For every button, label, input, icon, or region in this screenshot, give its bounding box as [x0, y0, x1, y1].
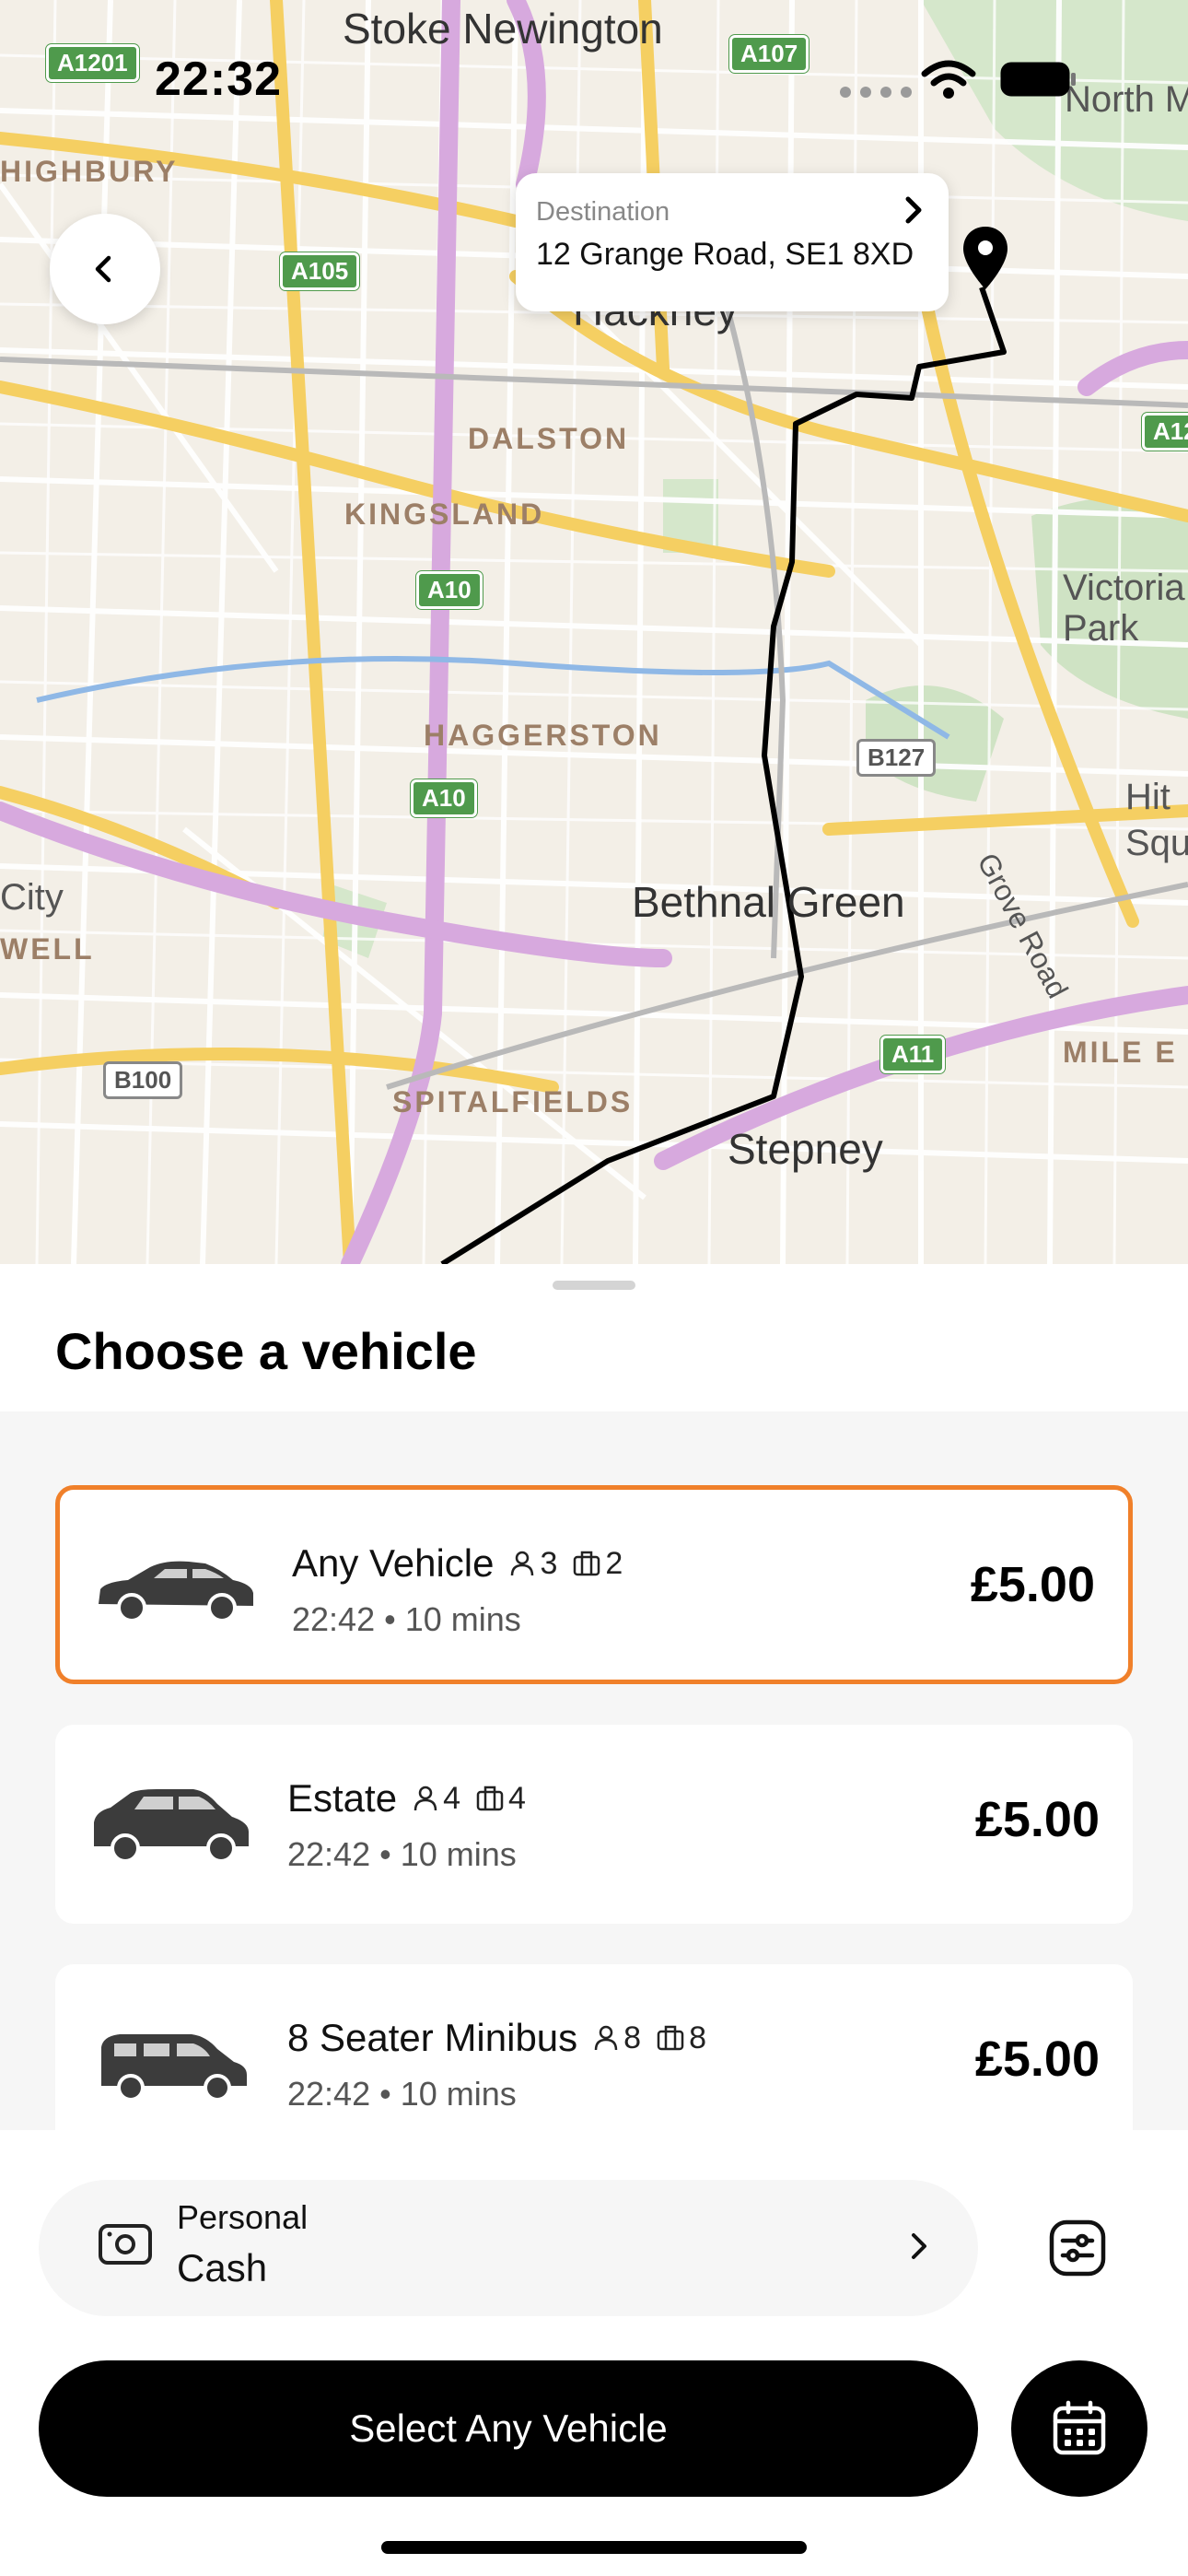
battery-icon [1000, 62, 1076, 97]
vehicle-option-estate[interactable]: Estate 4 4 22:42 • 10 mins £5.00 [55, 1725, 1133, 1924]
map-area-label: WELL [0, 932, 95, 966]
passenger-count: 4 [443, 1780, 460, 1816]
map-area-label: SPITALFIELDS [392, 1085, 634, 1118]
chevron-right-icon [912, 2233, 926, 2259]
payment-selector[interactable]: Personal Cash [39, 2180, 978, 2316]
back-icon [95, 255, 111, 283]
luggage-count: 8 [689, 2020, 707, 2055]
sheet-grabber[interactable] [553, 1281, 635, 1290]
payment-method: Cash [177, 2246, 268, 2289]
vehicle-name: Estate [287, 1776, 398, 1820]
luggage-icon [574, 1551, 600, 1576]
vehicle-price: £5.00 [974, 1792, 1100, 1847]
vehicle-name: 8 Seater Minibus [287, 2016, 578, 2059]
map-place-label: Stoke Newington [343, 5, 663, 53]
passenger-count: 3 [540, 1545, 558, 1581]
filter-icon [1049, 2219, 1106, 2277]
road-shield: A11 [880, 1036, 946, 1073]
sheet-title: Choose a vehicle [55, 1322, 477, 1380]
vehicle-name: Any Vehicle [292, 1541, 495, 1585]
road-shield: B100 [103, 1061, 183, 1099]
filter-button[interactable] [1041, 2211, 1114, 2285]
map-place-label: Stepney [728, 1125, 883, 1173]
estate-car-icon [94, 1789, 249, 1863]
road-shield: A12 [1142, 413, 1188, 451]
passenger-icon [594, 2025, 618, 2051]
road-shield: A10 [411, 779, 477, 817]
map-area-label: MILE E [1063, 1036, 1178, 1069]
map-place-label: Victoria Park [1063, 568, 1185, 649]
back-button[interactable] [50, 214, 160, 324]
road-shield: B127 [856, 739, 937, 777]
road-shield: A10 [416, 571, 483, 609]
schedule-button[interactable] [1011, 2360, 1147, 2497]
passenger-icon [511, 1551, 534, 1576]
minibus-icon [101, 2034, 247, 2102]
sedan-icon [99, 1561, 253, 1622]
map-view[interactable]: Stoke Newington Hackney Bethnal Green St… [0, 0, 1188, 1264]
calendar-icon [1053, 2400, 1106, 2455]
payment-type: Personal [177, 2198, 309, 2236]
luggage-count: 4 [508, 1780, 526, 1816]
select-vehicle-button[interactable]: Select Any Vehicle [39, 2360, 978, 2497]
destination-card[interactable]: Destination 12 Grange Road, SE1 8XD [516, 173, 949, 311]
vehicle-option-any[interactable]: Any Vehicle 3 2 22:42 • 10 mins £5.00 [55, 1485, 1133, 1684]
status-dots-icon [840, 87, 912, 98]
map-place-label: North M [1065, 79, 1188, 120]
map-area-label: KINGSLAND [344, 498, 545, 531]
vehicle-eta: 22:42 • 10 mins [287, 2075, 517, 2113]
vehicle-eta: 22:42 • 10 mins [287, 1835, 517, 1873]
passenger-icon [413, 1786, 437, 1811]
map-area-label: HAGGERSTON [424, 719, 662, 752]
chevron-right-icon [905, 196, 922, 224]
vehicle-price: £5.00 [974, 2032, 1100, 2087]
map-place-label: Hit Squ [1125, 777, 1188, 863]
passenger-count: 8 [623, 2020, 642, 2055]
map-pin-icon [963, 227, 1007, 289]
road-shield: A107 [729, 35, 809, 73]
map-area-label: HIGHBURY [0, 155, 179, 188]
vehicle-price: £5.00 [970, 1557, 1095, 1612]
map-area-label: DALSTON [468, 422, 630, 455]
luggage-icon [476, 1786, 504, 1811]
map-place-label: City [0, 877, 64, 918]
vehicle-list: Any Vehicle 3 2 22:42 • 10 mins £5.00 Es… [0, 1411, 1188, 2163]
status-time: 22:32 [155, 53, 282, 106]
destination-label: Destination [536, 197, 670, 227]
road-shield: A105 [280, 252, 360, 290]
wifi-icon [921, 60, 976, 99]
destination-address: 12 Grange Road, SE1 8XD [536, 237, 914, 272]
map-place-label: Bethnal Green [632, 878, 905, 926]
vehicle-eta: 22:42 • 10 mins [292, 1600, 521, 1638]
home-indicator[interactable] [381, 2541, 807, 2554]
luggage-icon [657, 2025, 684, 2051]
luggage-count: 2 [605, 1545, 623, 1581]
road-shield: A1201 [46, 44, 139, 82]
cash-icon [99, 2224, 152, 2265]
vehicle-option-minibus[interactable]: 8 Seater Minibus 8 8 22:42 • 10 mins £5.… [55, 1964, 1133, 2163]
